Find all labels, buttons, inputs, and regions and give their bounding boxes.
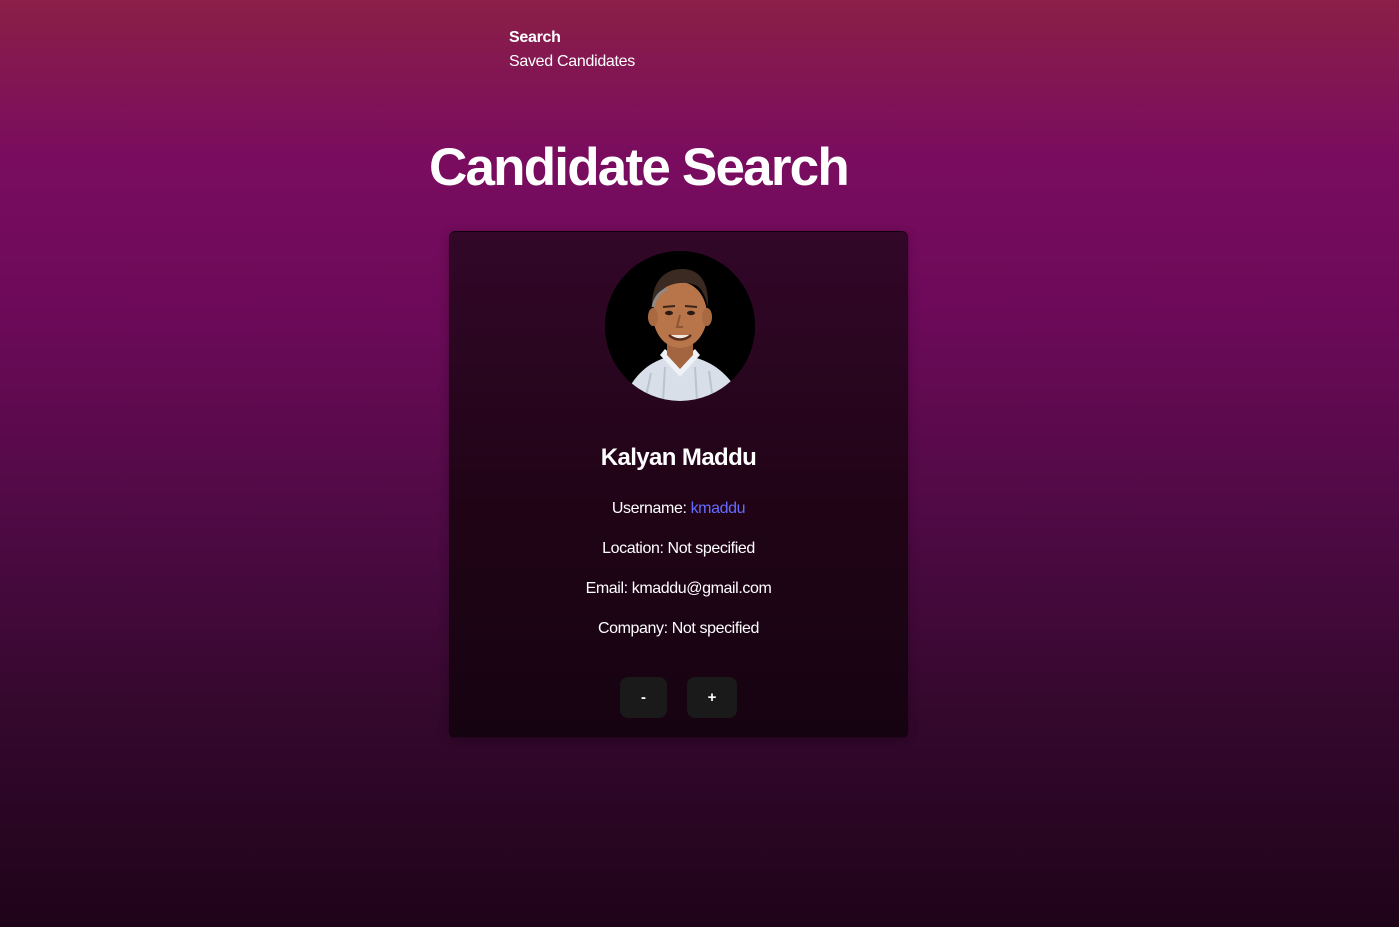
main-nav: Search Saved Candidates bbox=[509, 27, 635, 72]
candidate-name: Kalyan Maddu bbox=[600, 444, 757, 471]
username-label: Username: bbox=[611, 500, 687, 517]
location-value: Not specified bbox=[667, 540, 756, 557]
nav-search-link[interactable]: Search bbox=[509, 27, 635, 48]
username-link[interactable]: kmaddu bbox=[691, 500, 746, 517]
candidate-card: Kalyan Maddu Username: kmaddu Location: … bbox=[449, 231, 908, 738]
person-photo-icon bbox=[605, 251, 755, 401]
company-label: Company: bbox=[597, 620, 668, 637]
reject-candidate-button[interactable]: - bbox=[620, 677, 667, 718]
email-label: Email: bbox=[585, 580, 628, 597]
page-title: Candidate Search bbox=[429, 138, 850, 197]
company-row: Company: Not specified bbox=[450, 618, 907, 640]
nav-saved-candidates-link[interactable]: Saved Candidates bbox=[509, 51, 635, 72]
username-row: Username: kmaddu bbox=[450, 498, 907, 520]
candidate-avatar bbox=[605, 251, 755, 401]
save-candidate-button[interactable]: + bbox=[687, 677, 737, 718]
company-value: Not specified bbox=[671, 620, 760, 637]
email-row: Email: kmaddu@gmail.com bbox=[450, 578, 907, 600]
location-label: Location: bbox=[602, 540, 664, 557]
location-row: Location: Not specified bbox=[450, 538, 907, 560]
email-value: kmaddu@gmail.com bbox=[631, 580, 772, 597]
